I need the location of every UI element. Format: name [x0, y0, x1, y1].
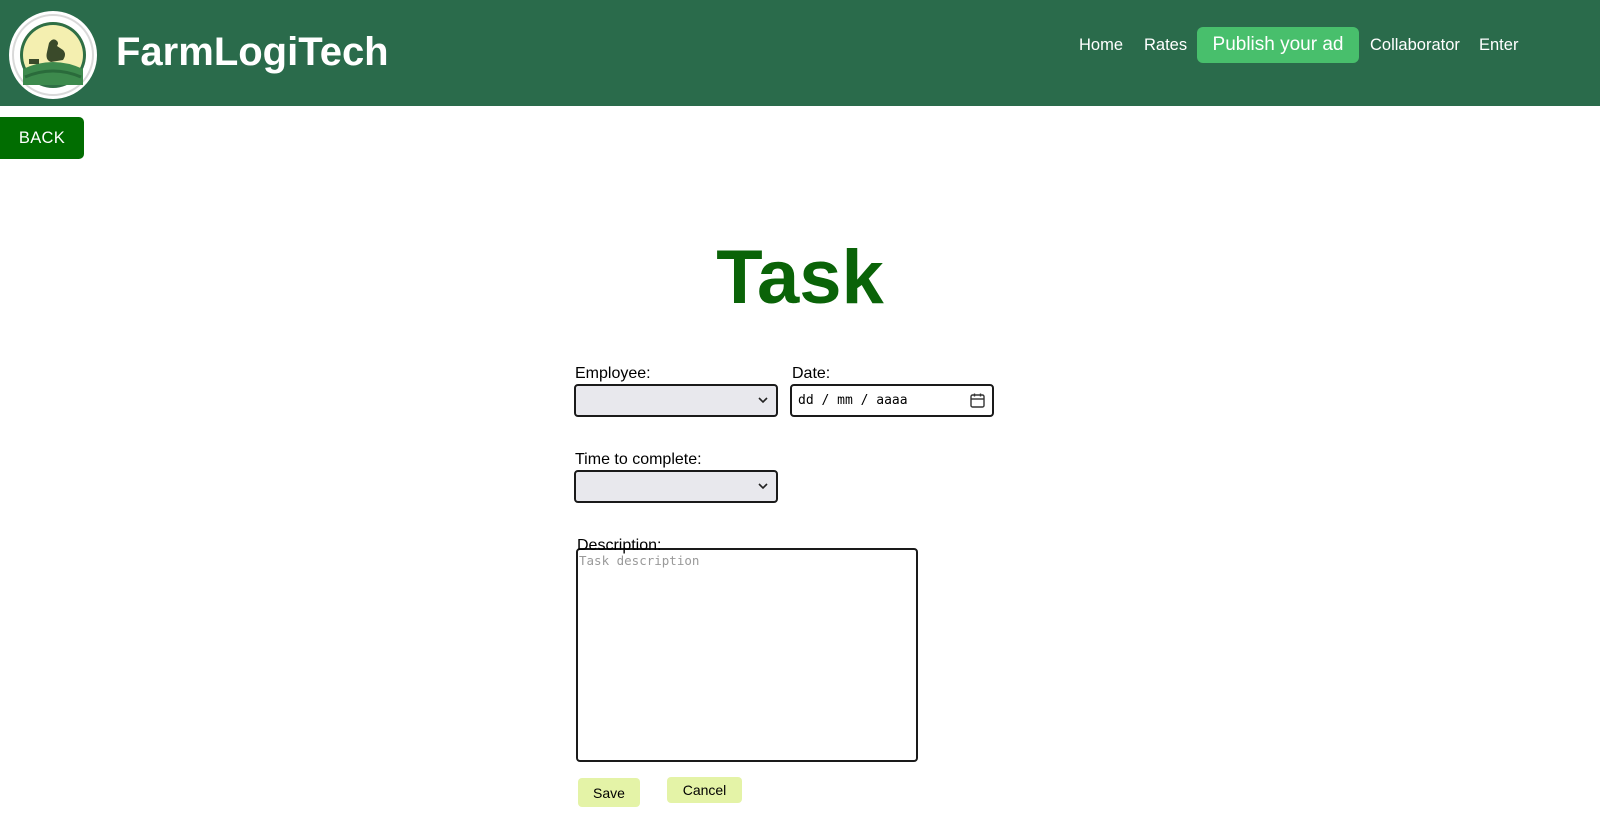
nav-collaborator-link[interactable]: Collaborator — [1370, 27, 1460, 63]
save-button[interactable]: Save — [578, 778, 640, 807]
chevron-down-icon — [758, 483, 768, 490]
nav-enter-link[interactable]: Enter — [1479, 27, 1518, 63]
nav-home-link[interactable]: Home — [1079, 27, 1123, 63]
back-button[interactable]: BACK — [0, 117, 84, 159]
date-placeholder: dd / mm / aaaa — [798, 393, 908, 408]
farm-logo-icon[interactable] — [9, 11, 97, 99]
description-label: Description: — [577, 537, 662, 554]
brand-name[interactable]: FarmLogiTech — [116, 28, 389, 76]
nav-rates-link[interactable]: Rates — [1144, 27, 1187, 63]
top-header: FarmLogiTech Home Rates Publish your ad … — [0, 0, 1600, 106]
chevron-down-icon — [758, 397, 768, 404]
time-to-complete-label: Time to complete: — [575, 451, 702, 468]
time-to-complete-select[interactable] — [574, 470, 778, 503]
date-input[interactable]: dd / mm / aaaa — [790, 384, 994, 417]
page-title: Task — [716, 235, 884, 320]
date-label: Date: — [792, 365, 831, 382]
employee-select[interactable] — [574, 384, 778, 417]
calendar-icon[interactable] — [969, 392, 986, 409]
publish-ad-button[interactable]: Publish your ad — [1197, 27, 1359, 63]
cancel-button[interactable]: Cancel — [667, 777, 742, 803]
employee-label: Employee: — [575, 365, 651, 382]
description-textarea[interactable] — [576, 548, 918, 762]
